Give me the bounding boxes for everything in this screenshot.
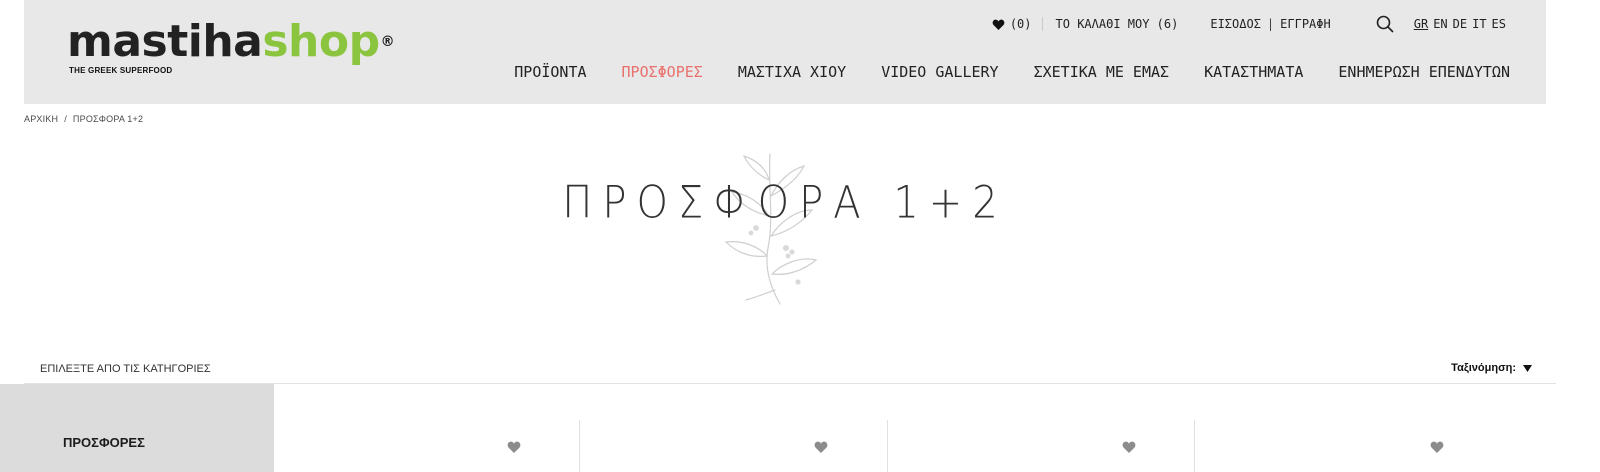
- nav-item-products[interactable]: ΠΡΟΪΟΝΤΑ: [514, 63, 586, 81]
- heart-icon[interactable]: [1430, 441, 1444, 453]
- logo-tagline: THE GREEK SUPERFOOD: [69, 66, 173, 75]
- wishlist-count: (0): [1009, 17, 1032, 31]
- nav-item-video-gallery[interactable]: VIDEO GALLERY: [881, 63, 998, 81]
- filter-bar: ΕΠΙΛΕΞΤΕ ΑΠΟ ΤΙΣ ΚΑΤΗΓΟΡΙΕΣ Ταξινόμηση:: [24, 353, 1556, 384]
- sidebar-item-offers[interactable]: ΠΡΟΣΦΟΡΕΣ: [63, 435, 145, 450]
- breadcrumb-home-link[interactable]: ΑΡΧΙΚΗ: [24, 114, 58, 124]
- category-sidebar: ΠΡΟΣΦΟΡΕΣ: [0, 384, 274, 472]
- breadcrumb: ΑΡΧΙΚΗ / ΠΡΟΣΦΟΡΑ 1+2: [24, 114, 143, 124]
- logo-wordmark: mastihashop®: [67, 16, 395, 67]
- breadcrumb-current: ΠΡΟΣΦΟΡΑ 1+2: [72, 114, 144, 124]
- nav-item-about-us[interactable]: ΣΧΕΤΙΚΑ ΜΕ ΕΜΑΣ: [1034, 63, 1169, 81]
- login-link[interactable]: ΕΙΣΟΔΟΣ: [1210, 17, 1261, 31]
- heart-icon[interactable]: [507, 441, 521, 453]
- nav-item-investors[interactable]: ΕΝΗΜΕΡΩΣΗ ΕΠΕΝΔΥΤΩΝ: [1338, 63, 1510, 81]
- category-filter-label[interactable]: ΕΠΙΛΕΞΤΕ ΑΠΟ ΤΙΣ ΚΑΤΗΓΟΡΙΕΣ: [40, 363, 211, 375]
- language-it[interactable]: IT: [1472, 17, 1486, 31]
- language-es[interactable]: ES: [1492, 17, 1506, 31]
- registered-mark: ®: [380, 34, 395, 50]
- heart-icon[interactable]: [1122, 441, 1136, 453]
- breadcrumb-separator: /: [64, 114, 67, 124]
- nav-item-chios-mastiha[interactable]: ΜΑΣΤΙΧΑ ΧΙΟΥ: [738, 63, 846, 81]
- heart-icon: [992, 19, 1005, 30]
- search-icon: [1376, 15, 1394, 33]
- sort-dropdown[interactable]: Ταξινόμηση:: [1451, 362, 1532, 374]
- site-header: mastihashop® THE GREEK SUPERFOOD (0) ΤΟ …: [24, 0, 1546, 104]
- language-gr[interactable]: GR: [1414, 17, 1428, 31]
- logo-text-shop: shop: [262, 16, 380, 67]
- heart-icon[interactable]: [814, 441, 828, 453]
- logo[interactable]: mastihashop® THE GREEK SUPERFOOD: [67, 19, 395, 79]
- language-de[interactable]: DE: [1453, 17, 1467, 31]
- register-link[interactable]: ΕΓΓΡΑΦΗ: [1280, 17, 1331, 31]
- nav-item-stores[interactable]: ΚΑΤΑΣΤΗΜΑΤΑ: [1204, 63, 1303, 81]
- wishlist-link[interactable]: (0): [992, 17, 1043, 31]
- sort-label: Ταξινόμηση:: [1451, 362, 1516, 374]
- product-card[interactable]: [274, 420, 580, 472]
- search-button[interactable]: [1376, 15, 1394, 33]
- cart-link[interactable]: ΤΟ ΚΑΛΑΘΙ ΜΟΥ (6): [1056, 17, 1179, 31]
- caret-down-icon: [1523, 364, 1532, 372]
- product-card[interactable]: [580, 420, 888, 472]
- top-utility-bar: (0) ΤΟ ΚΑΛΑΘΙ ΜΟΥ (6) ΕΙΣΟΔΟΣ | ΕΓΓΡΑΦΗ …: [992, 15, 1506, 33]
- logo-text-ha: ha: [202, 16, 263, 67]
- product-card[interactable]: [1195, 420, 1556, 472]
- page-title: ΠΡΟΣΦΟΡΑ 1+2: [562, 177, 1008, 229]
- login-register-separator: |: [1266, 17, 1275, 31]
- logo-text-masti: masti: [67, 16, 203, 67]
- main-navigation: ΠΡΟΪΟΝΤΑ ΠΡΟΣΦΟΡΕΣ ΜΑΣΤΙΧΑ ΧΙΟΥ VIDEO GA…: [514, 63, 1510, 81]
- nav-item-offers[interactable]: ΠΡΟΣΦΟΡΕΣ: [622, 63, 703, 81]
- product-card[interactable]: [888, 420, 1195, 472]
- language-en[interactable]: EN: [1433, 17, 1447, 31]
